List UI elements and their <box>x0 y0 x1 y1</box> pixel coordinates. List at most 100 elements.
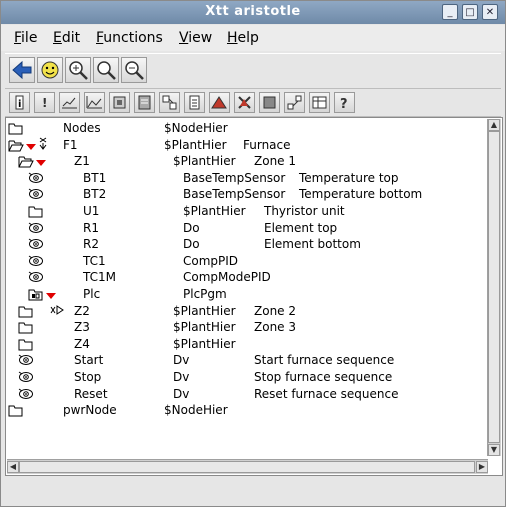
open-folder-icon[interactable] <box>8 138 24 155</box>
collapse-button[interactable] <box>259 92 280 113</box>
tree-row[interactable]: R2 Do Element bottom <box>6 236 486 253</box>
zoom-reset-button[interactable] <box>93 57 119 83</box>
minimize-icon[interactable]: _ <box>442 4 458 20</box>
expand-arrow-icon[interactable] <box>38 137 50 155</box>
folder-icon[interactable] <box>18 337 34 354</box>
tree-item-class: $PlantHier <box>173 336 236 351</box>
function-toolbar: i ! ? <box>5 90 501 117</box>
tree-row[interactable]: BT2 BaseTempSensor Temperature bottom <box>6 186 486 203</box>
tree-row[interactable]: Stop Dv Stop furnace sequence <box>6 369 486 386</box>
document-button[interactable] <box>184 92 205 113</box>
object-icon[interactable] <box>18 370 34 387</box>
title-bar[interactable]: Xtt aristotle _ □ ✕ <box>1 1 505 24</box>
tree-row[interactable]: R1 Do Element top <box>6 220 486 237</box>
tree-item-name: U1 <box>83 204 100 218</box>
tree-row[interactable]: Reset Dv Reset furnace sequence <box>6 386 486 403</box>
alarm-button[interactable]: ! <box>34 92 55 113</box>
object-icon[interactable] <box>18 387 34 404</box>
scroll-right-icon[interactable]: ▶ <box>476 461 488 473</box>
maximize-icon[interactable]: □ <box>462 4 478 20</box>
tree-row[interactable]: Z2 $PlantHier Zone 2 <box>6 303 486 320</box>
smiley-button[interactable] <box>37 57 63 83</box>
table-button[interactable] <box>309 92 330 113</box>
object-icon[interactable] <box>28 270 44 287</box>
folder-icon[interactable] <box>8 121 24 138</box>
object-icon[interactable] <box>18 353 34 370</box>
tree-item-class: Dv <box>173 370 190 384</box>
tree-item-class: Dv <box>173 353 190 368</box>
back-button[interactable] <box>9 57 35 83</box>
tree-row[interactable]: TC1 CompPID <box>6 253 486 270</box>
graph-button[interactable] <box>84 92 105 113</box>
trend-button[interactable] <box>59 92 80 113</box>
zoom-in-button[interactable] <box>65 57 91 83</box>
help-button[interactable]: ? <box>334 92 355 113</box>
tree-row[interactable]: F1 $PlantHier Furnace <box>6 137 486 154</box>
tree-item-class: Do <box>183 237 200 252</box>
tree-row[interactable]: Start Dv Start furnace sequence <box>6 352 486 369</box>
menu-help[interactable]: Help <box>227 30 259 46</box>
tree-row[interactable]: Z4 $PlantHier <box>6 336 486 353</box>
tree-row[interactable]: BT1 BaseTempSensor Temperature top <box>6 170 486 187</box>
vertical-scrollbar[interactable]: ▲ ▼ <box>487 119 501 456</box>
zoom-out-button[interactable] <box>121 57 147 83</box>
scroll-down-icon[interactable]: ▼ <box>488 444 500 456</box>
menu-edit[interactable]: Edit <box>53 30 80 46</box>
help-icon: ? <box>340 97 348 112</box>
tree-item-name: F1 <box>63 137 78 152</box>
triangle-icon <box>211 96 227 109</box>
tree-row[interactable]: Z1 $PlantHier Zone 1 <box>6 153 486 170</box>
tree-item-class: $PlantHier <box>164 137 227 152</box>
vertical-scroll-thumb[interactable] <box>488 131 500 443</box>
object-icon[interactable] <box>28 237 44 254</box>
open-folder-icon[interactable] <box>18 154 34 171</box>
horizontal-scrollbar[interactable]: ◀ ▶ <box>7 459 488 474</box>
tree-item-name: Z4 <box>74 336 90 351</box>
crossref-button[interactable] <box>159 92 180 113</box>
folder-icon[interactable] <box>18 320 34 337</box>
plc-folder-icon[interactable] <box>28 287 44 304</box>
scroll-left-icon[interactable]: ◀ <box>7 461 19 473</box>
tree-item-class: BaseTempSensor <box>183 170 286 185</box>
collapsed-arrow-icon[interactable] <box>50 304 64 319</box>
menu-file[interactable]: File <box>14 30 37 46</box>
horizontal-scroll-thumb[interactable] <box>19 461 475 473</box>
back-arrow-icon <box>12 60 32 80</box>
hierarchy-icon <box>287 95 302 110</box>
tree-item-description: Zone 2 <box>254 303 296 318</box>
object-icon[interactable] <box>28 171 44 188</box>
tree-item-class: Dv <box>173 386 190 401</box>
tree-row[interactable]: pwrNode $NodeHier <box>6 402 486 419</box>
hierarchy-button[interactable] <box>284 92 305 113</box>
object-graph-button[interactable] <box>109 92 130 113</box>
menu-functions[interactable]: Functions <box>96 30 163 46</box>
scroll-up-icon[interactable]: ▲ <box>488 119 500 131</box>
zoom-in-icon <box>69 61 88 80</box>
tree-item-class: Do <box>183 220 200 235</box>
tree-item-name: Nodes <box>63 121 101 135</box>
triangle-button[interactable] <box>209 92 230 113</box>
object-icon[interactable] <box>28 221 44 238</box>
object-icon[interactable] <box>28 187 44 204</box>
close-icon[interactable]: ✕ <box>482 4 498 20</box>
folder-icon[interactable] <box>28 204 44 221</box>
tree-row[interactable]: U1 $PlantHier Thyristor unit <box>6 203 486 220</box>
datasheet-button[interactable] <box>134 92 155 113</box>
tree-panel[interactable]: Nodes $NodeHier F1 $PlantHier Furnace Z1 $Plan… <box>5 117 503 476</box>
folder-icon[interactable] <box>18 304 34 321</box>
block-button[interactable] <box>234 92 255 113</box>
tree-item-class: $PlantHier <box>173 154 236 169</box>
zoom-reset-icon <box>97 61 116 80</box>
tree-row[interactable]: TC1M CompModePID <box>6 269 486 286</box>
tree-row[interactable]: Plc PlcPgm <box>6 286 486 303</box>
tree-item-name: BT2 <box>83 187 107 202</box>
info-button[interactable]: i <box>9 92 30 113</box>
menu-bar: File Edit Functions View Help <box>1 25 505 51</box>
menu-view[interactable]: View <box>179 30 212 46</box>
folder-icon[interactable] <box>8 403 24 420</box>
object-icon[interactable] <box>28 254 44 271</box>
tree-item-name: R2 <box>83 237 99 252</box>
tree-item-description: Element top <box>264 220 338 235</box>
tree-row[interactable]: Nodes $NodeHier <box>6 120 486 137</box>
tree-row[interactable]: Z3 $PlantHier Zone 3 <box>6 319 486 336</box>
